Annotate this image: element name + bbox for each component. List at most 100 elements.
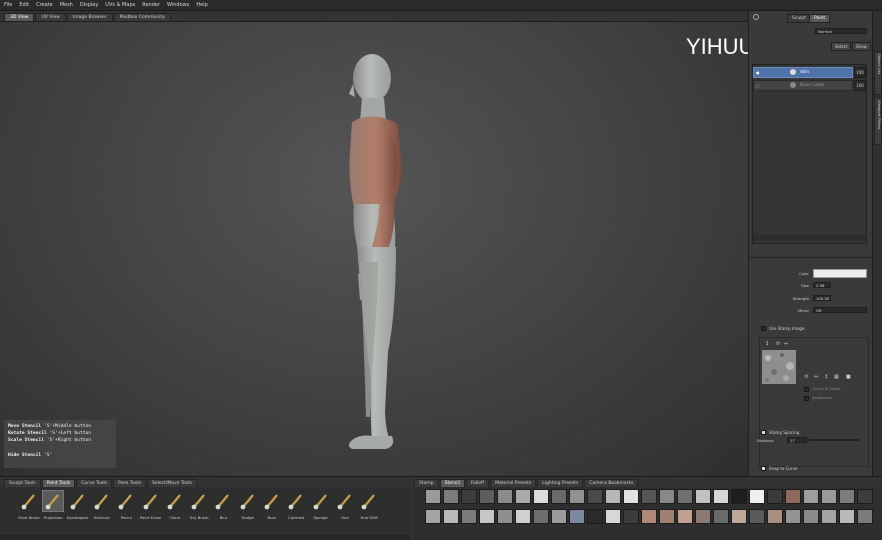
tab-pose-tools[interactable]: Pose Tools: [113, 479, 146, 487]
rotate-icon[interactable]: ⟳: [776, 341, 780, 347]
stencil-thumbnail[interactable]: [515, 489, 531, 504]
menu-item-help[interactable]: Help: [196, 2, 207, 8]
tab-paint[interactable]: Paint: [809, 14, 831, 23]
stencil-thumbnail[interactable]: [785, 489, 801, 504]
flip-h-icon[interactable]: ↔: [814, 374, 818, 380]
tool-clone[interactable]: Clone: [162, 491, 188, 520]
stencil-thumbnail[interactable]: [623, 509, 639, 524]
stencil-thumbnail[interactable]: [767, 489, 783, 504]
stencil-thumbnail[interactable]: [461, 489, 477, 504]
randomize-checkbox[interactable]: [804, 396, 809, 401]
stencil-thumbnail[interactable]: [605, 509, 621, 524]
stencil-thumbnail[interactable]: [677, 489, 693, 504]
menu-item-render[interactable]: Render: [142, 2, 160, 8]
eye-icon[interactable]: ○: [756, 83, 760, 88]
stencil-thumbnail[interactable]: [731, 509, 747, 524]
tool-contrast[interactable]: Contrast: [283, 491, 309, 520]
snap-curve-checkbox[interactable]: [761, 466, 766, 471]
stencil-thumbnail[interactable]: [731, 489, 747, 504]
tab-lighting-presets[interactable]: Lighting Presets: [537, 479, 584, 487]
stencil-thumbnail[interactable]: [839, 509, 855, 524]
stamp-spacing-checkbox[interactable]: [761, 430, 766, 435]
stencil-thumbnail[interactable]: [497, 509, 513, 524]
flip-v-icon[interactable]: ↕: [824, 374, 828, 380]
strength-field[interactable]: 100.00: [813, 295, 831, 301]
show-button[interactable]: Show: [852, 42, 871, 51]
use-stamp-checkbox[interactable]: [761, 326, 766, 331]
menu-item-file[interactable]: File: [4, 2, 12, 8]
blend-mode-select[interactable]: Normal: [815, 28, 867, 34]
tile-icon[interactable]: ▦: [834, 374, 839, 380]
stencil-thumbnail[interactable]: [857, 489, 873, 504]
select-button[interactable]: Select: [831, 42, 852, 51]
tab-stencil[interactable]: Stencil: [439, 479, 465, 487]
stencil-thumbnail[interactable]: [677, 509, 693, 524]
stencil-thumbnail[interactable]: [479, 489, 495, 504]
tab-sculpt-tools[interactable]: Sculpt Tools: [4, 479, 41, 487]
menu-item-uvs-maps[interactable]: UVs & Maps: [105, 2, 135, 8]
stencil-thumbnail[interactable]: [713, 489, 729, 504]
layer-opacity[interactable]: 100: [854, 67, 866, 78]
stencil-thumbnail[interactable]: [605, 489, 621, 504]
stencil-thumbnail[interactable]: [461, 509, 477, 524]
stencil-thumbnail[interactable]: [821, 489, 837, 504]
stencil-thumbnail[interactable]: [569, 489, 585, 504]
tool-sponge[interactable]: Sponge: [308, 491, 334, 520]
rotate-stencil-icon[interactable]: ⟲: [804, 374, 808, 380]
stencil-thumbnail[interactable]: [857, 509, 873, 524]
viewport-3d[interactable]: YIHUU.COM: [0, 22, 748, 476]
mirror-select[interactable]: Off: [813, 307, 867, 313]
menu-item-edit[interactable]: Edit: [19, 2, 29, 8]
tab-select-move-tools[interactable]: Select/Move Tools: [146, 479, 197, 487]
tab-object-list[interactable]: Object List: [874, 51, 882, 95]
tab-mudbox-community[interactable]: Mudbox Community: [113, 13, 171, 21]
tab-paint-tools[interactable]: Paint Tools: [41, 479, 76, 487]
tool-dry-brush[interactable]: Dry Brush: [186, 491, 212, 520]
tool-blur[interactable]: Blur: [210, 491, 236, 520]
tab-curve-tools[interactable]: Curve Tools: [76, 479, 113, 487]
menu-item-mesh[interactable]: Mesh: [60, 2, 73, 8]
stencil-thumbnail[interactable]: [533, 509, 549, 524]
menu-item-create[interactable]: Create: [36, 2, 53, 8]
stencil-thumbnail[interactable]: [659, 509, 675, 524]
color-swatch[interactable]: [813, 269, 867, 278]
stencil-thumbnail[interactable]: [569, 509, 585, 524]
tab-sculpt[interactable]: Sculpt: [787, 14, 812, 23]
stencil-thumbnail[interactable]: [749, 509, 765, 524]
tab-material-presets[interactable]: Material Presets: [490, 479, 537, 487]
stencil-thumbnail[interactable]: [443, 489, 459, 504]
eye-icon[interactable]: ●: [756, 70, 760, 75]
menu-item-display[interactable]: Display: [80, 2, 98, 8]
stencil-thumbnail[interactable]: [425, 509, 441, 524]
stencil-thumbnail[interactable]: [713, 509, 729, 524]
stencil-thumbnail[interactable]: [443, 509, 459, 524]
lock-icon[interactable]: ■: [846, 374, 851, 380]
stencil-thumbnail[interactable]: [551, 509, 567, 524]
stencil-thumbnail[interactable]: [425, 489, 441, 504]
stencil-thumbnail[interactable]: [623, 489, 639, 504]
distance-field[interactable]: 17: [787, 437, 807, 443]
flip-icon[interactable]: ⇔: [784, 341, 788, 347]
tab-stamp[interactable]: Stamp: [414, 479, 439, 487]
stencil-thumbnail[interactable]: [659, 489, 675, 504]
stencil-thumbnail[interactable]: [767, 509, 783, 524]
layer-opacity[interactable]: 100: [854, 80, 866, 91]
tool-dodge[interactable]: Dodge: [235, 491, 261, 520]
stencil-thumbnail[interactable]: [803, 489, 819, 504]
distance-slider[interactable]: [809, 439, 859, 441]
stencil-thumbnail[interactable]: [515, 509, 531, 524]
human-model[interactable]: [0, 22, 748, 476]
stamp-thumbnail[interactable]: [762, 350, 796, 384]
stencil-thumbnail[interactable]: [533, 489, 549, 504]
tab-falloff[interactable]: Falloff: [465, 479, 490, 487]
tab-3d-view[interactable]: 3D View: [4, 13, 35, 21]
stencil-thumbnail[interactable]: [839, 489, 855, 504]
tool-hue-shift[interactable]: Hue Shift: [356, 491, 382, 520]
tab-uv-view[interactable]: UV View: [35, 13, 66, 21]
tool-paint-brush[interactable]: Paint Brush: [16, 491, 42, 520]
stencil-thumbnail[interactable]: [695, 509, 711, 524]
stencil-thumbnail[interactable]: [821, 509, 837, 524]
stencil-thumbnail[interactable]: [551, 489, 567, 504]
tool-eyedropper[interactable]: Eyedropper: [65, 491, 91, 520]
stencil-thumbnail[interactable]: [695, 489, 711, 504]
